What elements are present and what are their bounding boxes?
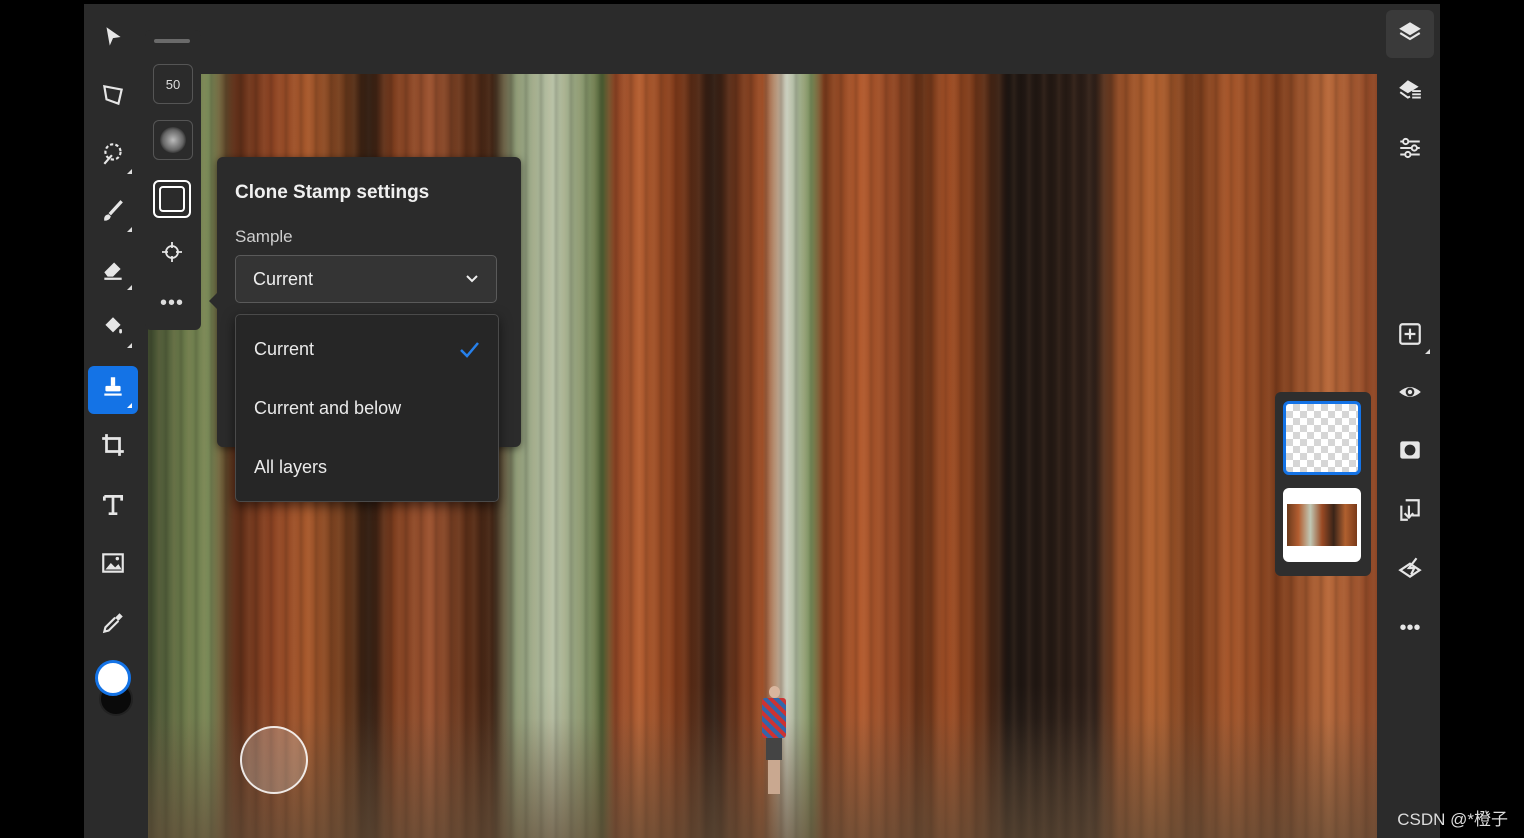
- brush-hardness-button[interactable]: [153, 120, 193, 160]
- crosshair-icon: [160, 240, 184, 267]
- tool-options-bar: 50 •••: [145, 30, 201, 330]
- image-icon: [100, 550, 126, 583]
- arrow-pointer-icon: [100, 24, 126, 57]
- adjustments-button[interactable]: [1386, 126, 1434, 174]
- sample-option-current[interactable]: Current: [236, 321, 496, 379]
- sample-select-value: Current: [253, 269, 314, 289]
- eraser-layer-icon: [1397, 555, 1423, 586]
- layer-thumbnail-photo[interactable]: [1283, 488, 1361, 562]
- quick-select-tool-button[interactable]: [88, 132, 138, 180]
- photo-thumbnail: [1287, 504, 1357, 546]
- person-legs: [766, 738, 782, 760]
- option-label: Current and below: [254, 398, 402, 418]
- brush-shape-button[interactable]: [153, 180, 191, 218]
- quick-select-icon: [100, 140, 126, 173]
- submenu-indicator: [127, 227, 132, 232]
- paint-bucket-icon: [100, 314, 126, 347]
- more-options-button[interactable]: •••: [153, 284, 191, 322]
- layers-panel: [1275, 392, 1371, 576]
- select-tool-button[interactable]: [88, 16, 138, 64]
- right-toolbar: •••: [1380, 4, 1440, 838]
- eraser-icon: [100, 256, 126, 289]
- square-brush-icon: [159, 186, 185, 212]
- watermark: CSDN @*橙子: [1397, 810, 1508, 829]
- submenu-indicator: [127, 285, 132, 290]
- merge-down-icon: [1397, 497, 1423, 528]
- more-horizontal-icon: •••: [159, 291, 184, 314]
- fill-tool-button[interactable]: [88, 306, 138, 354]
- crop-icon: [100, 432, 126, 465]
- photo-person: [760, 686, 788, 796]
- crop-tool-button[interactable]: [88, 424, 138, 472]
- brush-tool-button[interactable]: [88, 190, 138, 238]
- layer-properties-button[interactable]: [1386, 68, 1434, 116]
- submenu-indicator: [127, 343, 132, 348]
- add-mask-button[interactable]: [1386, 428, 1434, 476]
- top-bar: [226, 4, 1406, 72]
- more-layer-options-button[interactable]: •••: [1386, 604, 1434, 652]
- brush-cursor: [240, 726, 308, 794]
- panel-title: Clone Stamp settings: [235, 182, 430, 203]
- transform-icon: [100, 82, 126, 115]
- clear-layer-button[interactable]: [1386, 546, 1434, 594]
- add-layer-icon: [1397, 321, 1423, 352]
- sliders-icon: [1397, 135, 1423, 166]
- eye-icon: [1397, 379, 1423, 410]
- person-calves: [768, 760, 780, 794]
- layers-button[interactable]: [1386, 10, 1434, 58]
- chevron-down-icon: [464, 271, 480, 287]
- submenu-indicator: [127, 403, 132, 408]
- foreground-color-swatch[interactable]: [95, 660, 131, 696]
- clone-stamp-icon: [100, 374, 126, 407]
- brush-icon: [100, 198, 126, 231]
- type-icon: [100, 492, 126, 525]
- sample-select[interactable]: Current: [235, 255, 497, 303]
- color-swatches[interactable]: [95, 660, 133, 720]
- layers-icon: [1397, 19, 1423, 50]
- drag-handle[interactable]: [154, 39, 190, 43]
- soft-brush-icon: [160, 127, 186, 153]
- submenu-indicator: [1425, 349, 1430, 354]
- layer-thumbnail-empty[interactable]: [1283, 401, 1361, 475]
- eyedropper-icon: [100, 610, 126, 643]
- more-horizontal-icon: •••: [1399, 616, 1421, 639]
- clone-stamp-tool-button[interactable]: [88, 366, 138, 414]
- brush-size-button[interactable]: 50: [153, 64, 193, 104]
- sample-option-current-and-below[interactable]: Current and below: [236, 380, 496, 438]
- person-shirt: [762, 698, 786, 738]
- panel-pointer: [209, 293, 217, 309]
- submenu-indicator: [127, 169, 132, 174]
- sample-dropdown-menu: Current Current and below All layers: [235, 314, 499, 502]
- place-image-tool-button[interactable]: [88, 542, 138, 590]
- option-label: Current: [254, 339, 315, 359]
- transform-tool-button[interactable]: [88, 74, 138, 122]
- sample-option-all-layers[interactable]: All layers: [236, 439, 496, 497]
- type-tool-button[interactable]: [88, 484, 138, 532]
- mask-icon: [1397, 437, 1423, 468]
- merge-down-button[interactable]: [1386, 488, 1434, 536]
- eraser-tool-button[interactable]: [88, 248, 138, 296]
- add-layer-button[interactable]: [1386, 312, 1434, 360]
- left-toolbar: [84, 4, 142, 838]
- option-label: All layers: [254, 457, 328, 477]
- checkmark-icon: [458, 339, 480, 361]
- eyedropper-tool-button[interactable]: [88, 602, 138, 650]
- brush-size-value: 50: [165, 76, 181, 92]
- layer-properties-icon: [1397, 77, 1423, 108]
- person-head: [769, 686, 780, 698]
- sample-label: Sample: [235, 227, 293, 246]
- visibility-button[interactable]: [1386, 370, 1434, 418]
- set-source-button[interactable]: [153, 234, 191, 272]
